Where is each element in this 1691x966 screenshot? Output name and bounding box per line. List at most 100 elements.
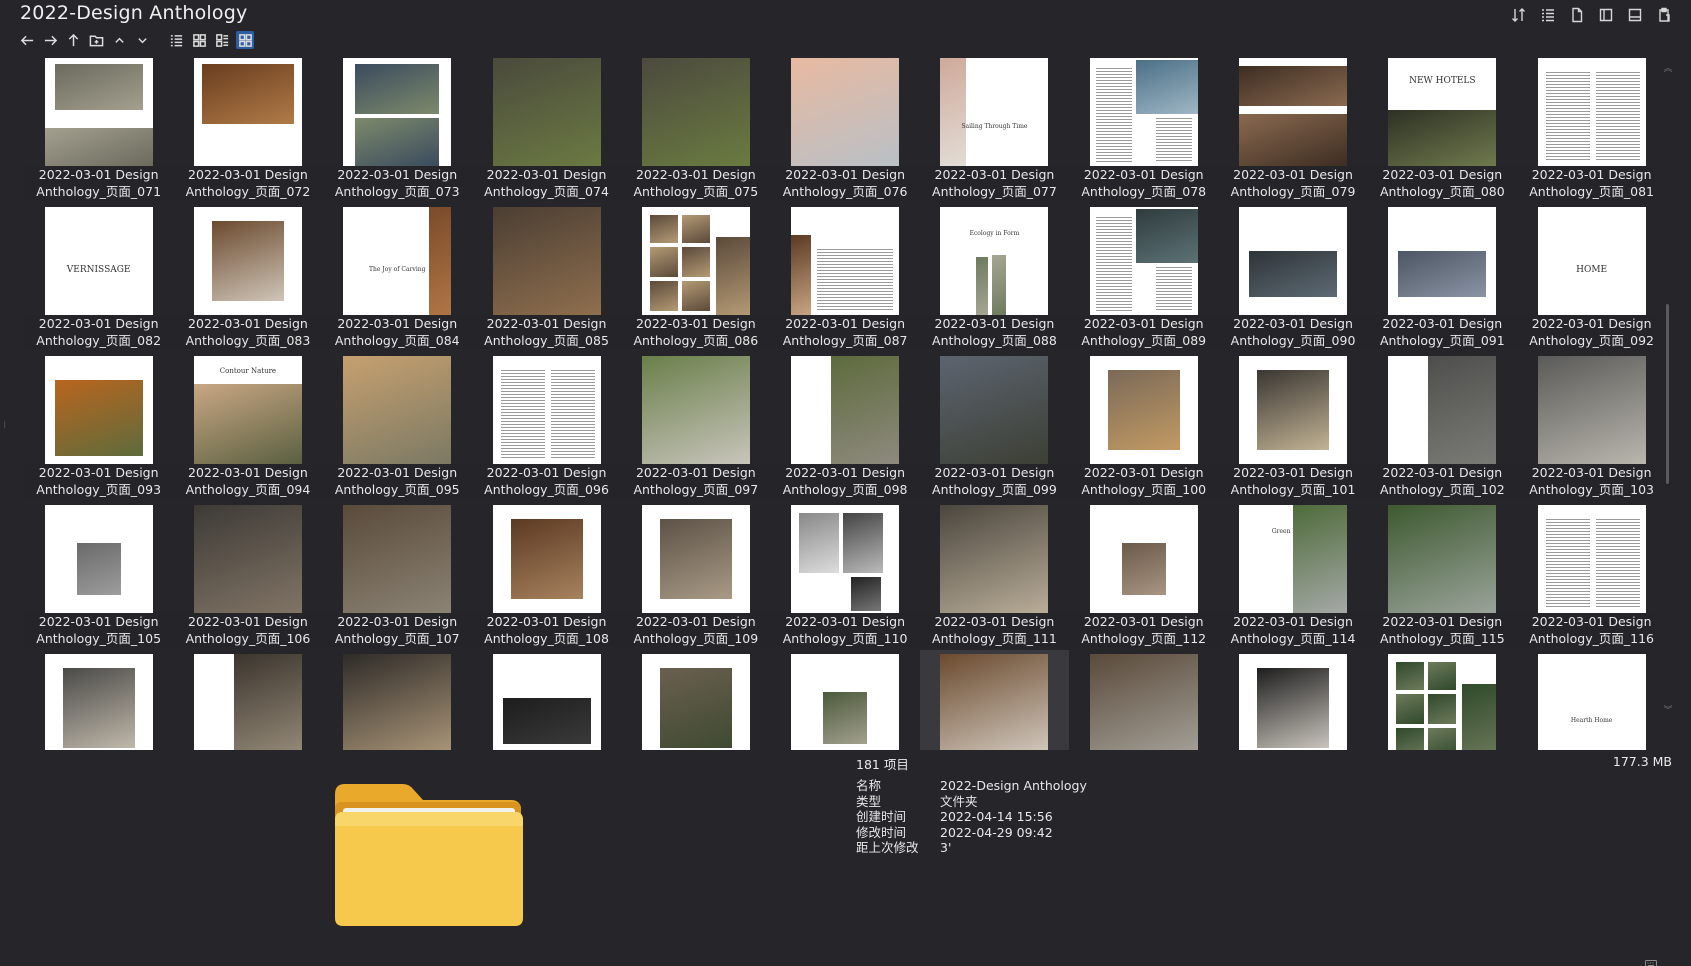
chevron-down-icon[interactable]: [133, 31, 151, 49]
file-name-label: 2022-03-01 Design Anthology_页面_106: [173, 613, 323, 647]
file-tile[interactable]: 2022-03-01 Design Anthology_页面_090: [1218, 203, 1368, 352]
file-thumbnail: [1239, 654, 1348, 750]
file-tile[interactable]: 2022-03-01 Design Anthology_页面_071: [24, 54, 174, 203]
file-tile[interactable]: 2022-03-01 Design Anthology_页面_101: [1218, 352, 1368, 501]
new-folder-icon[interactable]: [87, 31, 105, 49]
file-name-label: 2022-03-01 Design Anthology_页面_078: [1069, 166, 1219, 200]
file-tile[interactable]: 2022-03-01 Design Anthology_页面_098: [770, 352, 920, 501]
file-tile[interactable]: 2022-03-01 Design Anthology_页面_106: [173, 501, 323, 650]
file-tile[interactable]: [173, 650, 322, 750]
file-tile[interactable]: 2022-03-01 Design Anthology_页面_075: [621, 54, 771, 203]
file-tile[interactable]: [621, 650, 770, 750]
file-name-line-2: Anthology_页面_099: [932, 482, 1057, 497]
file-thumbnail: [193, 58, 302, 166]
keyboard-icon[interactable]: [1645, 954, 1661, 966]
preview-pane-icon[interactable]: [1597, 6, 1615, 24]
content-view-icon[interactable]: [213, 31, 231, 49]
file-thumbnail: [44, 58, 153, 166]
file-tile[interactable]: [1218, 650, 1367, 750]
file-tile[interactable]: 2022-03-01 Design Anthology_页面_081: [1516, 54, 1654, 203]
back-arrow-icon[interactable]: [18, 31, 36, 49]
file-tile[interactable]: 2022-03-01 Design Anthology_页面_110: [770, 501, 920, 650]
file-name-line-1: 2022-03-01 Design: [934, 316, 1055, 331]
file-name-label: 2022-03-01 Design Anthology_页面_095: [322, 464, 472, 498]
file-tile[interactable]: 2022-03-01 Design Anthology_页面_102: [1367, 352, 1517, 501]
file-tile[interactable]: [1069, 650, 1218, 750]
scroll-down-icon[interactable]: ︾: [1663, 706, 1673, 716]
file-tile[interactable]: 2022-03-01 Design Anthology_页面_085: [471, 203, 622, 352]
file-name-line-2: Anthology_页面_111: [932, 631, 1057, 646]
file-tile[interactable]: VERNISSAGE 2022-03-01 Design Anthology_页面_…: [24, 203, 174, 352]
file-tile[interactable]: [24, 650, 173, 750]
forward-arrow-icon[interactable]: [41, 31, 59, 49]
list-view-icon[interactable]: [1539, 6, 1557, 24]
file-thumbnail: [1089, 356, 1198, 464]
file-tile[interactable]: 2022-03-01 Design Anthology_页面_109: [621, 501, 771, 650]
file-name-line-1: 2022-03-01 Design: [934, 614, 1055, 629]
scrollbar-thumb[interactable]: [1666, 304, 1669, 484]
file-tile[interactable]: 2022-03-01 Design Anthology_页面_116: [1516, 501, 1654, 650]
file-tile[interactable]: 2022-03-01 Design Anthology_页面_105: [24, 501, 174, 650]
file-thumbnail: Contour Nature: [193, 356, 302, 464]
file-tile[interactable]: 2022-03-01 Design Anthology_页面_111: [919, 501, 1070, 650]
sort-icon[interactable]: [1510, 6, 1528, 24]
file-tile[interactable]: 2022-03-01 Design Anthology_页面_086: [621, 203, 771, 352]
scroll-up-icon[interactable]: ︽: [1663, 64, 1673, 74]
file-tile[interactable]: 2022-03-01 Design Anthology_页面_108: [471, 501, 622, 650]
file-name-label: 2022-03-01 Design Anthology_页面_112: [1069, 613, 1219, 647]
file-name-label: 2022-03-01 Design Anthology_页面_092: [1516, 315, 1654, 349]
file-thumbnail: NEW HOTELS: [1388, 58, 1497, 166]
file-tile[interactable]: Green Escape2022-03-01 Design Anthology_页…: [1218, 501, 1368, 650]
details-pane-icon[interactable]: [1626, 6, 1644, 24]
file-tile[interactable]: [919, 650, 1070, 750]
file-tile[interactable]: HOME 2022-03-01 Design Anthology_页面_092: [1516, 203, 1654, 352]
file-tile[interactable]: 2022-03-01 Design Anthology_页面_095: [322, 352, 472, 501]
file-name-line-1: 2022-03-01 Design: [38, 614, 159, 629]
file-tile[interactable]: Contour Nature 2022-03-01 Design Anthology…: [173, 352, 323, 501]
file-tile[interactable]: 2022-03-01 Design Anthology_页面_087: [770, 203, 920, 352]
file-tile[interactable]: 2022-03-01 Design Anthology_页面_097: [621, 352, 771, 501]
file-tile[interactable]: 2022-03-01 Design Anthology_页面_091: [1367, 203, 1517, 352]
chevron-up-icon[interactable]: [110, 31, 128, 49]
file-tile[interactable]: 2022-03-01 Design Anthology_页面_089: [1069, 203, 1219, 352]
up-arrow-icon[interactable]: [64, 31, 82, 49]
file-tile[interactable]: 2022-03-01 Design Anthology_页面_074: [471, 54, 622, 203]
file-tile[interactable]: [1368, 650, 1517, 750]
large-icons-view-icon[interactable]: [236, 31, 254, 49]
document-icon[interactable]: [1568, 6, 1586, 24]
file-tile[interactable]: 2022-03-01 Design Anthology_页面_107: [322, 501, 472, 650]
file-tile[interactable]: 2022-03-01 Design Anthology_页面_112: [1069, 501, 1219, 650]
tiles-view-icon[interactable]: [190, 31, 208, 49]
file-tile[interactable]: 2022-03-01 Design Anthology_页面_100: [1069, 352, 1219, 501]
file-tile[interactable]: Sailing Through Time 2022-03-01 Design Ant…: [919, 54, 1070, 203]
vertical-scrollbar[interactable]: ︽ ︾: [1663, 54, 1673, 748]
file-tile[interactable]: 2022-03-01 Design Anthology_页面_076: [770, 54, 920, 203]
file-tile[interactable]: 2022-03-01 Design Anthology_页面_093: [24, 352, 174, 501]
file-tile[interactable]: Hearth Home: [1517, 650, 1654, 750]
file-tile[interactable]: 2022-03-01 Design Anthology_页面_103: [1516, 352, 1654, 501]
left-pane-handle-icon[interactable]: ⁞: [3, 420, 11, 460]
clipboard-icon[interactable]: [1655, 6, 1673, 24]
file-tile[interactable]: 2022-03-01 Design Anthology_页面_079: [1218, 54, 1368, 203]
file-tile[interactable]: The Joy of Carving 2022-03-01 Design Antho…: [322, 203, 472, 352]
file-thumbnail: [940, 654, 1049, 750]
file-tile[interactable]: 2022-03-01 Design Anthology_页面_078: [1069, 54, 1219, 203]
file-thumbnail: HOME: [1537, 207, 1646, 315]
file-thumbnail: [44, 654, 153, 750]
file-tile[interactable]: [323, 650, 472, 750]
file-tile[interactable]: 2022-03-01 Design Anthology_页面_083: [173, 203, 323, 352]
file-tile[interactable]: [472, 650, 621, 750]
file-name-line-2: Anthology_页面_114: [1230, 631, 1356, 646]
file-tile[interactable]: 2022-03-01 Design Anthology_页面_072: [173, 54, 323, 203]
file-name-label: 2022-03-01 Design Anthology_页面_115: [1367, 613, 1517, 647]
file-tile[interactable]: 2022-03-01 Design Anthology_页面_115: [1367, 501, 1517, 650]
file-tile[interactable]: 2022-03-01 Design Anthology_页面_096: [471, 352, 622, 501]
file-tile[interactable]: 2022-03-01 Design Anthology_页面_073: [322, 54, 472, 203]
file-thumbnail: [1239, 356, 1348, 464]
file-name-line-2: Anthology_页面_087: [782, 333, 908, 348]
file-tile[interactable]: 2022-03-01 Design Anthology_页面_099: [919, 352, 1070, 501]
file-tile[interactable]: NEW HOTELS 2022-03-01 Design Anthology_页面_…: [1367, 54, 1517, 203]
file-tile[interactable]: Ecology in Form 2022-03-01 Design Antholog…: [919, 203, 1070, 352]
file-tile[interactable]: [770, 650, 919, 750]
details-view-icon[interactable]: [167, 31, 185, 49]
